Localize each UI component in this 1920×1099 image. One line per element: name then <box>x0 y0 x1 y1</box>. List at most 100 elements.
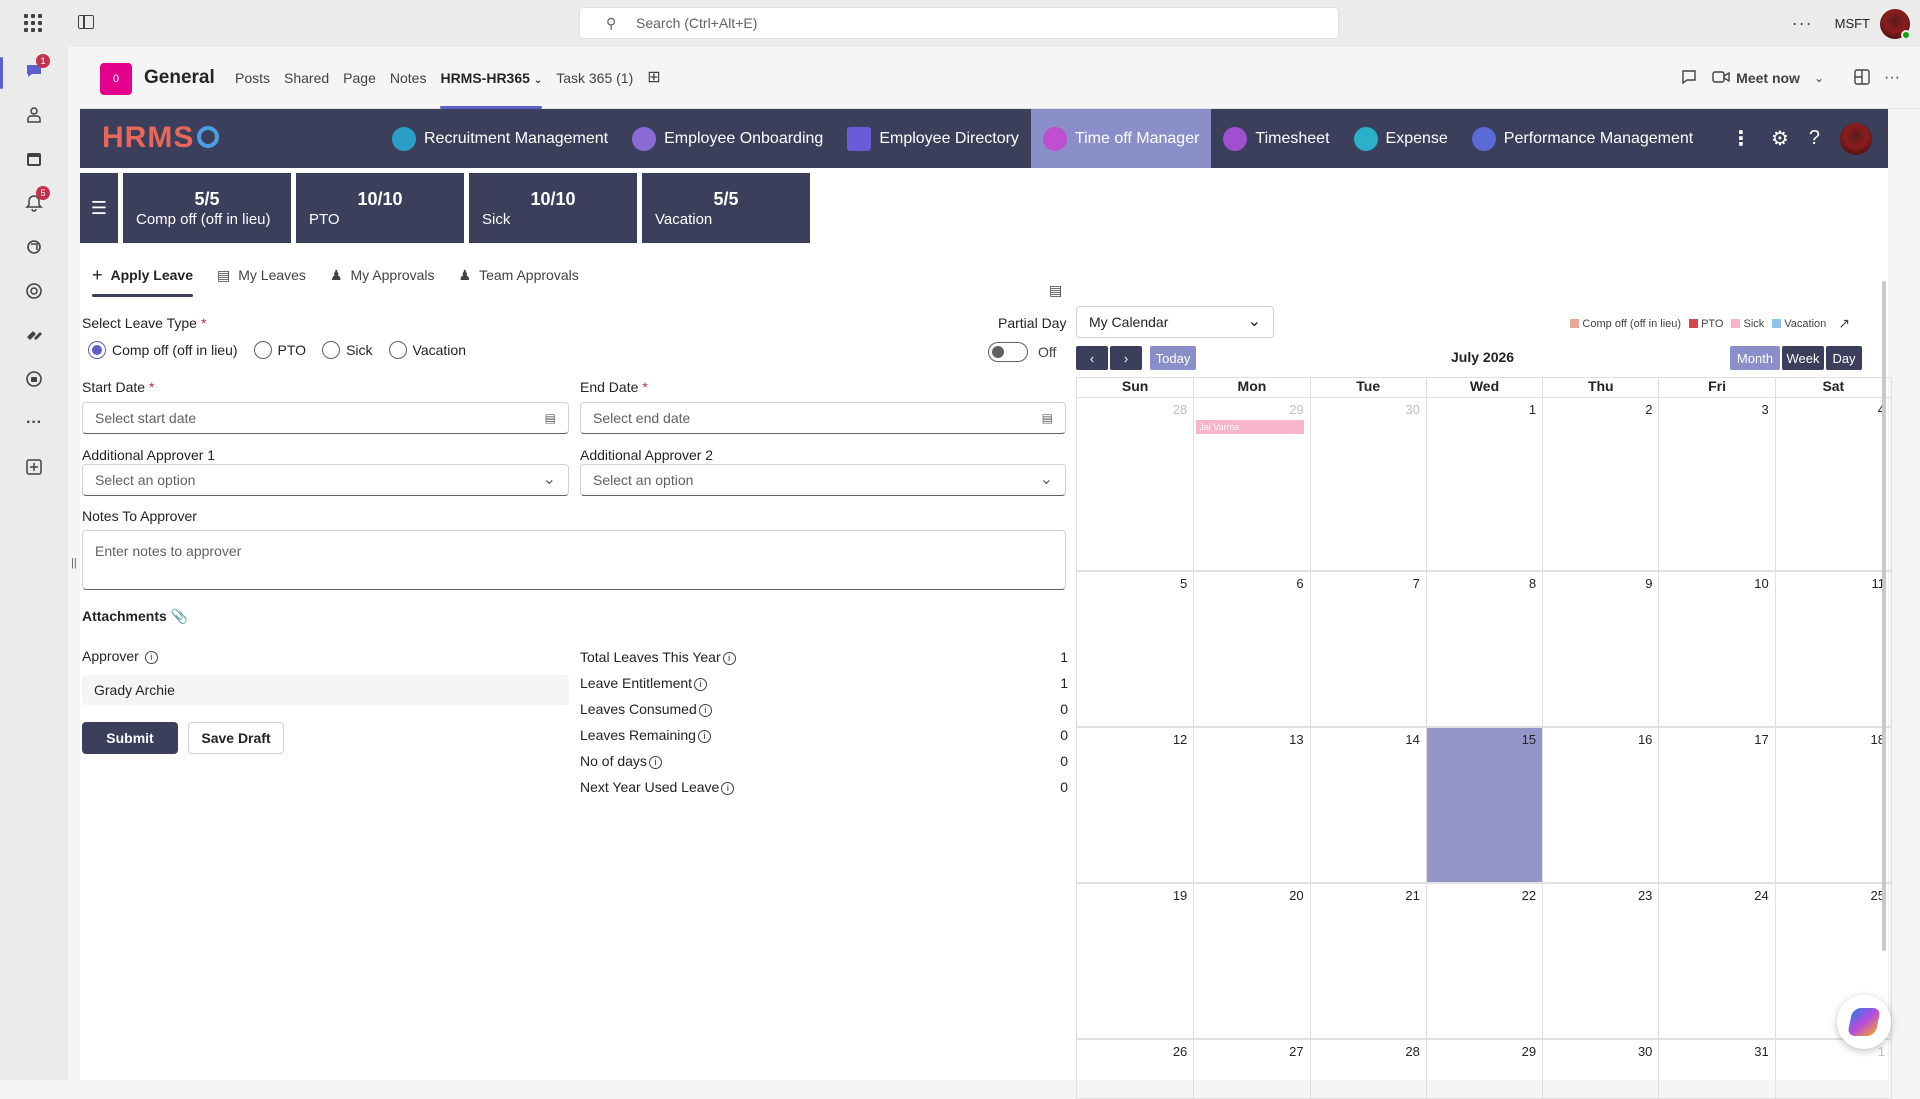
tab-apply-leave[interactable]: + Apply Leave <box>92 257 193 297</box>
teams-icon[interactable] <box>22 103 46 127</box>
approver1-select[interactable]: Select an option ⌄ <box>82 464 569 496</box>
calendar-day[interactable]: 8 <box>1425 572 1542 726</box>
expand-icon[interactable]: ↗ <box>1838 315 1850 332</box>
info-icon[interactable]: i <box>722 652 736 665</box>
search-box[interactable]: ⚲ Search (Ctrl+Alt+E) <box>579 7 1339 39</box>
radio-selected[interactable] <box>88 341 106 359</box>
calendar-picker-icon[interactable]: ▤ <box>545 411 556 425</box>
calendar-day[interactable]: 1 <box>1425 398 1542 570</box>
radio-unselected[interactable] <box>322 341 341 359</box>
info-icon[interactable]: i <box>697 730 711 743</box>
view-month-button[interactable]: Month <box>1730 346 1780 370</box>
app-launcher-icon[interactable] <box>24 14 42 32</box>
start-date-input[interactable]: Select start date ▤ <box>82 402 569 434</box>
radio-unselected[interactable] <box>253 341 272 359</box>
copilot-icon[interactable] <box>1837 995 1891 1049</box>
calendar-day[interactable]: 11 <box>1774 572 1891 726</box>
conversation-icon[interactable] <box>1680 68 1698 89</box>
info-icon[interactable]: i <box>144 651 158 664</box>
prev-month-icon[interactable]: ‹ <box>1076 346 1108 370</box>
nav-time-off-manager[interactable]: Time off Manager <box>1030 109 1212 168</box>
tab-notes[interactable]: Notes <box>383 47 434 109</box>
calendar-day[interactable]: 28 <box>1077 398 1193 570</box>
nav-employee-onboarding[interactable]: Employee Onboarding <box>620 109 835 168</box>
calendar-picker-icon[interactable]: ▤ <box>1042 411 1053 425</box>
more-options-icon[interactable]: ··· <box>1884 69 1900 87</box>
calendar-day[interactable]: 22 <box>1425 884 1542 1038</box>
info-icon[interactable]: i <box>698 704 712 717</box>
settings-more-icon[interactable]: ··· <box>1792 13 1813 34</box>
calendar-day[interactable]: 4 <box>1774 398 1891 570</box>
meet-now-button[interactable]: Meet now <box>1736 70 1800 86</box>
calendar-day[interactable]: 28 <box>1309 1040 1426 1098</box>
calendar-day[interactable]: 7 <box>1309 572 1426 726</box>
add-apps-icon[interactable] <box>22 455 46 479</box>
leave-event[interactable]: Jai Varma <box>1196 420 1304 434</box>
hrms-app-icon[interactable] <box>22 323 46 347</box>
calendar-day[interactable]: 17 <box>1658 728 1774 882</box>
tab-shared[interactable]: Shared <box>277 47 336 109</box>
user-avatar[interactable] <box>1840 122 1872 155</box>
calendar-day[interactable]: 30 <box>1309 398 1426 570</box>
view-week-button[interactable]: Week <box>1782 346 1824 370</box>
submit-button[interactable]: Submit <box>82 722 178 754</box>
calendar-day[interactable]: 2 <box>1542 398 1658 570</box>
radio-comp-off[interactable]: Comp off (off in lieu) <box>88 341 238 359</box>
calendar-day[interactable]: 5 <box>1077 572 1193 726</box>
more-apps-icon[interactable]: ··· <box>22 411 46 435</box>
hamburger-menu-icon[interactable]: ☰ <box>80 173 118 243</box>
tab-my-leaves[interactable]: ▤ My Leaves <box>217 257 306 293</box>
tab-my-approvals[interactable]: ♟ My Approvals <box>330 257 435 293</box>
calendar-day[interactable]: 29 Jai Varma <box>1193 398 1309 570</box>
calendar-day[interactable]: 26 <box>1077 1040 1193 1098</box>
app-circle-icon[interactable] <box>22 279 46 303</box>
profile-avatar[interactable] <box>1880 8 1911 40</box>
today-button[interactable]: Today <box>1150 346 1196 370</box>
add-tab-icon[interactable]: ⊞ <box>640 47 667 109</box>
tab-team-approvals[interactable]: ♟ Team Approvals <box>459 257 579 293</box>
radio-unselected[interactable] <box>388 341 407 359</box>
save-draft-button[interactable]: Save Draft <box>188 722 284 754</box>
nav-timesheet[interactable]: Timesheet <box>1211 109 1341 168</box>
paperclip-icon[interactable]: 📎 <box>171 608 188 624</box>
pane-resize-grip[interactable]: || <box>71 557 77 569</box>
calendar-day[interactable]: 27 <box>1193 1040 1309 1098</box>
calendar-day[interactable]: 14 <box>1309 728 1426 882</box>
view-day-button[interactable]: Day <box>1826 346 1862 370</box>
calendar-day[interactable]: 19 <box>1077 884 1193 1038</box>
calendar-day[interactable]: 21 <box>1309 884 1426 1038</box>
calendar-day[interactable]: 16 <box>1542 728 1658 882</box>
calendar-day[interactable]: 9 <box>1542 572 1658 726</box>
info-icon[interactable]: i <box>721 782 735 795</box>
tab-posts[interactable]: Posts <box>228 47 277 109</box>
calendar-day[interactable]: 24 <box>1658 884 1774 1038</box>
calendar-icon[interactable] <box>22 147 46 171</box>
toggle-sidebar-icon[interactable] <box>78 15 94 29</box>
nav-performance-management[interactable]: Performance Management <box>1460 109 1705 168</box>
calendar-sync-icon[interactable]: ▤ <box>1049 282 1062 299</box>
calendar-day[interactable]: 23 <box>1542 884 1658 1038</box>
bot-app-icon[interactable] <box>22 367 46 391</box>
calendar-day[interactable]: 31 <box>1658 1040 1774 1098</box>
calendar-day[interactable]: 6 <box>1193 572 1309 726</box>
chevron-down-icon[interactable]: ⌄ <box>534 75 542 86</box>
approver2-select[interactable]: Select an option ⌄ <box>580 464 1066 496</box>
calendar-day[interactable]: 29 <box>1425 1040 1542 1098</box>
info-icon[interactable]: i <box>694 678 708 691</box>
radio-pto[interactable]: PTO <box>253 341 306 359</box>
calendar-day-today[interactable]: 15 <box>1425 728 1543 882</box>
settings-gear-icon[interactable]: ⚙ <box>1771 126 1789 151</box>
team-avatar[interactable]: 0 <box>100 63 132 95</box>
nav-recruitment-management[interactable]: Recruitment Management <box>380 109 620 168</box>
end-date-input[interactable]: Select end date ▤ <box>580 402 1066 434</box>
kebab-menu-icon[interactable]: ⋮ <box>1731 126 1751 151</box>
next-month-icon[interactable]: › <box>1110 346 1142 370</box>
org-name[interactable]: MSFT <box>1835 16 1870 31</box>
layout-icon[interactable] <box>1854 68 1870 88</box>
calendar-day[interactable]: 1 <box>1774 1040 1891 1098</box>
notes-textarea[interactable]: Enter notes to approver <box>82 530 1066 590</box>
radio-vacation[interactable]: Vacation <box>388 341 466 359</box>
calendar-day[interactable]: 10 <box>1658 572 1774 726</box>
tab-hrms-hr365[interactable]: HRMS-HR365 ⌄ <box>433 47 549 109</box>
partial-day-toggle[interactable] <box>988 342 1028 362</box>
